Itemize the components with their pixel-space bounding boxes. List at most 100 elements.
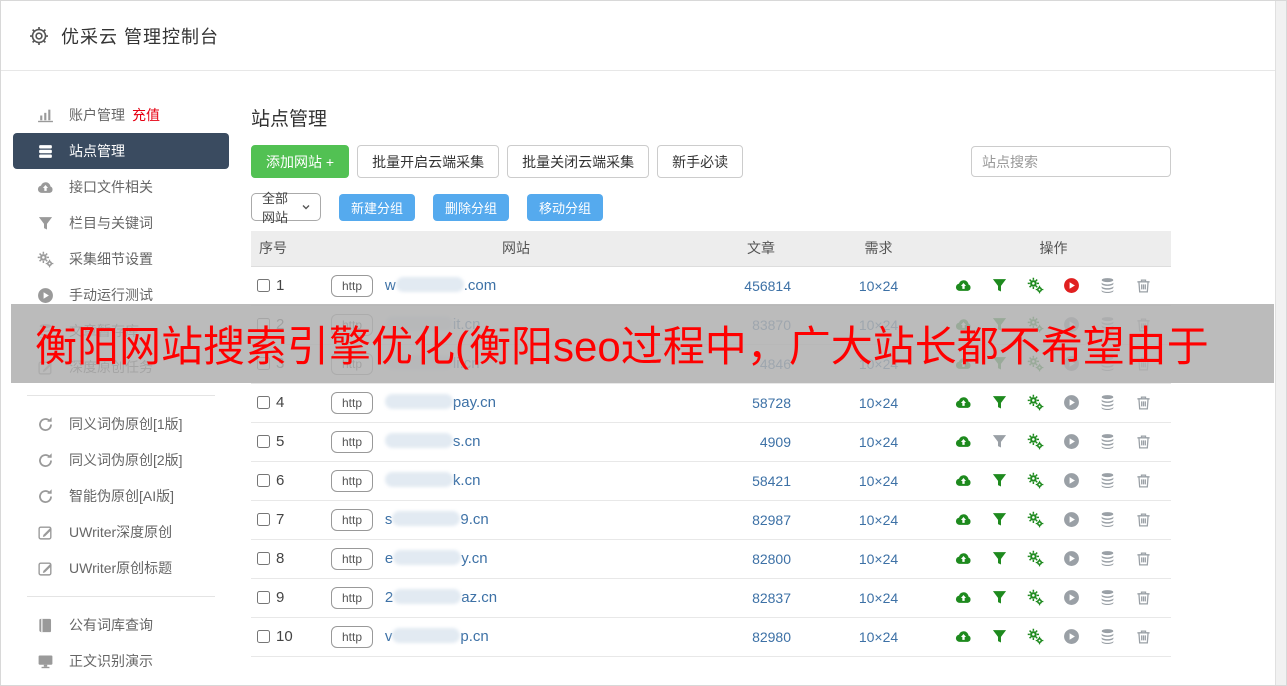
http-protocol-chip[interactable]: http xyxy=(331,430,374,453)
cloud-upload-icon[interactable] xyxy=(955,628,972,645)
site-domain-link[interactable]: e y.cn xyxy=(385,549,488,567)
gears-icon[interactable] xyxy=(1027,511,1044,528)
batch-open-collect-button[interactable]: 批量开启云端采集 xyxy=(357,145,500,178)
play-icon[interactable] xyxy=(1063,433,1080,450)
trash-icon[interactable] xyxy=(1135,394,1152,411)
http-protocol-chip[interactable]: http xyxy=(331,469,374,492)
trash-icon[interactable] xyxy=(1135,277,1152,294)
http-protocol-chip[interactable]: http xyxy=(331,586,374,609)
database-icon[interactable] xyxy=(1099,550,1116,567)
move-group-button[interactable]: 移动分组 xyxy=(527,193,604,221)
sidebar-item-0[interactable]: 账户管理 充值 xyxy=(13,97,229,133)
filter-icon[interactable] xyxy=(991,394,1008,411)
sidebar-item-10[interactable]: 同义词伪原创[2版] xyxy=(13,442,229,478)
site-domain-link[interactable]: v p.cn xyxy=(385,627,489,645)
table-row: 10 http v p.cn 82980 10×24 xyxy=(251,617,1171,657)
add-site-button[interactable]: 添加网站 + xyxy=(251,145,350,178)
database-icon[interactable] xyxy=(1099,394,1116,411)
row-checkbox[interactable] xyxy=(257,396,270,409)
sidebar-item-15[interactable]: 公有词库查询 xyxy=(13,607,229,643)
filter-icon[interactable] xyxy=(991,511,1008,528)
sidebar-item-4[interactable]: 采集细节设置 xyxy=(13,241,229,277)
newbie-guide-button[interactable]: 新手必读 xyxy=(657,145,744,178)
http-protocol-chip[interactable]: http xyxy=(331,274,374,297)
trash-icon[interactable] xyxy=(1135,472,1152,489)
database-icon[interactable] xyxy=(1099,628,1116,645)
gears-icon[interactable] xyxy=(1027,277,1044,294)
cloud-upload-icon[interactable] xyxy=(955,394,972,411)
site-domain-link[interactable]: w .com xyxy=(385,276,496,294)
row-checkbox[interactable] xyxy=(257,435,270,448)
filter-icon[interactable] xyxy=(991,472,1008,489)
database-icon[interactable] xyxy=(1099,511,1116,528)
row-checkbox[interactable] xyxy=(257,474,270,487)
http-protocol-chip[interactable]: http xyxy=(331,625,374,648)
trash-icon[interactable] xyxy=(1135,589,1152,606)
trash-icon[interactable] xyxy=(1135,628,1152,645)
database-icon[interactable] xyxy=(1099,433,1116,450)
sidebar-item-1[interactable]: 站点管理 xyxy=(13,133,229,169)
sidebar-item-16[interactable]: 正文识别演示 xyxy=(13,643,229,679)
gears-icon[interactable] xyxy=(1027,433,1044,450)
gears-icon[interactable] xyxy=(1027,550,1044,567)
play-icon[interactable] xyxy=(1063,277,1080,294)
new-group-button[interactable]: 新建分组 xyxy=(339,193,416,221)
filter-icon[interactable] xyxy=(991,628,1008,645)
sidebar-item-3[interactable]: 栏目与关键词 xyxy=(13,205,229,241)
http-protocol-chip[interactable]: http xyxy=(331,547,374,570)
filter-icon[interactable] xyxy=(991,277,1008,294)
cloud-upload-icon[interactable] xyxy=(955,550,972,567)
overlay-banner-text: 衡阳网站搜索引擎优化(衡阳seo过程中，广大站长都不希望由于 xyxy=(35,323,1209,370)
site-search-input[interactable] xyxy=(971,146,1171,177)
sidebar-item-13[interactable]: UWriter原创标题 xyxy=(13,550,229,586)
cloud-upload-icon[interactable] xyxy=(955,472,972,489)
play-icon[interactable] xyxy=(1063,628,1080,645)
site-domain-link[interactable]: k.cn xyxy=(384,471,480,489)
gears-icon[interactable] xyxy=(1027,472,1044,489)
gears-icon[interactable] xyxy=(1027,394,1044,411)
play-icon[interactable] xyxy=(1063,550,1080,567)
sidebar-item-extra-link[interactable]: 充值 xyxy=(132,105,160,125)
play-icon[interactable] xyxy=(1063,472,1080,489)
database-icon[interactable] xyxy=(1099,589,1116,606)
sidebar-item-label: 公有词库查询 xyxy=(69,617,153,633)
site-domain-link[interactable]: pay.cn xyxy=(384,393,496,411)
trash-icon[interactable] xyxy=(1135,433,1152,450)
cloud-upload-icon[interactable] xyxy=(955,277,972,294)
play-icon[interactable] xyxy=(1063,394,1080,411)
sidebar-item-9[interactable]: 同义词伪原创[1版] xyxy=(13,406,229,442)
row-checkbox[interactable] xyxy=(257,591,270,604)
demand-value: 10×24 xyxy=(821,266,936,306)
site-domain-link[interactable]: s 9.cn xyxy=(385,510,489,528)
vertical-scrollbar[interactable] xyxy=(1275,1,1286,685)
filter-icon[interactable] xyxy=(991,433,1008,450)
row-checkbox[interactable] xyxy=(257,513,270,526)
sidebar-item-12[interactable]: UWriter深度原创 xyxy=(13,514,229,550)
cloud-upload-icon[interactable] xyxy=(955,433,972,450)
row-checkbox[interactable] xyxy=(257,630,270,643)
filter-icon[interactable] xyxy=(991,589,1008,606)
filter-icon[interactable] xyxy=(991,550,1008,567)
gears-icon[interactable] xyxy=(1027,589,1044,606)
database-icon[interactable] xyxy=(1099,472,1116,489)
gears-icon[interactable] xyxy=(1027,628,1044,645)
row-checkbox[interactable] xyxy=(257,552,270,565)
cloud-upload-icon[interactable] xyxy=(955,589,972,606)
database-icon[interactable] xyxy=(1099,277,1116,294)
batch-close-collect-button[interactable]: 批量关闭云端采集 xyxy=(507,145,650,178)
http-protocol-chip[interactable]: http xyxy=(331,391,374,414)
sidebar-item-2[interactable]: 接口文件相关 xyxy=(13,169,229,205)
trash-icon[interactable] xyxy=(1135,550,1152,567)
cloud-upload-icon[interactable] xyxy=(955,511,972,528)
trash-icon[interactable] xyxy=(1135,511,1152,528)
refresh-icon xyxy=(37,452,54,469)
row-checkbox[interactable] xyxy=(257,279,270,292)
delete-group-button[interactable]: 删除分组 xyxy=(433,193,510,221)
play-icon[interactable] xyxy=(1063,589,1080,606)
site-domain-link[interactable]: 2 az.cn xyxy=(385,588,497,606)
site-domain-link[interactable]: s.cn xyxy=(384,432,480,450)
sidebar-item-11[interactable]: 智能伪原创[AI版] xyxy=(13,478,229,514)
http-protocol-chip[interactable]: http xyxy=(331,508,374,531)
play-icon[interactable] xyxy=(1063,511,1080,528)
site-group-select[interactable]: 全部网站 xyxy=(251,191,321,225)
